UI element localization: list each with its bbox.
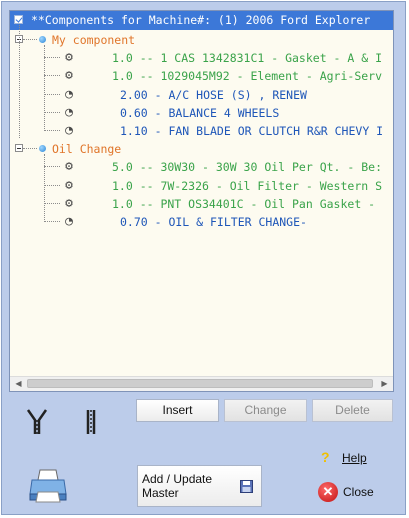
help-link[interactable]: Help bbox=[342, 451, 367, 465]
tree-item-label: 1.0 -- 7W-2326 - Oil Filter - Western S bbox=[112, 178, 383, 193]
close-button[interactable]: Close bbox=[343, 485, 374, 499]
delete-button[interactable]: Delete bbox=[312, 399, 393, 422]
group-bullet-icon bbox=[39, 145, 46, 153]
tree-item-label: 1.10 - FAN BLADE OR CLUTCH R&R CHEVY I bbox=[120, 124, 384, 138]
gear-icon: ⚙ bbox=[65, 159, 73, 175]
tree-group-label: Oil Change bbox=[52, 142, 122, 157]
gear-icon: ⚙ bbox=[65, 50, 73, 66]
tree-connector bbox=[44, 221, 60, 222]
wrench-icon: ◔ bbox=[65, 104, 73, 120]
gear-icon: ⚙ bbox=[65, 195, 73, 211]
scroll-left-arrow-icon[interactable]: ◀ bbox=[11, 377, 26, 391]
tree-connector bbox=[44, 166, 60, 168]
tree-connector bbox=[44, 202, 60, 204]
tree-item-label: 1.0 -- 1 CAS 1342831C1 - Gasket - A & I bbox=[112, 51, 383, 66]
tree-item-row[interactable]: ⚙ 1.0 -- PNT OS34401C - Oil Pan Gasket - bbox=[10, 195, 393, 213]
tree-root-label: **Components for Machine#: (1) 2006 Ford… bbox=[31, 13, 371, 27]
group-bullet-icon bbox=[39, 36, 46, 43]
tree-item-row[interactable]: ◔ 0.70 - OIL & FILTER CHANGE- bbox=[10, 213, 393, 231]
tree-item-label: 0.70 - OIL & FILTER CHANGE- bbox=[120, 215, 307, 229]
tree-connector bbox=[19, 25, 20, 139]
printer-icon[interactable] bbox=[28, 468, 68, 504]
add-update-master-label: Add / Update Master bbox=[142, 472, 213, 500]
tree-item-row[interactable]: ⚙ 5.0 -- 30W30 - 30W 30 Oil Per Qt. - Be: bbox=[10, 158, 393, 176]
wrench-icon: ◔ bbox=[65, 86, 73, 102]
wrench-icon: ◔ bbox=[65, 123, 73, 138]
tree-connector bbox=[44, 154, 45, 222]
root-checkbox-icon[interactable] bbox=[14, 15, 23, 24]
scrollbar-thumb[interactable] bbox=[27, 379, 373, 388]
tree-item-row[interactable]: ⚙ 1.0 -- 7W-2326 - Oil Filter - Western S bbox=[10, 177, 393, 195]
tree-item-label: 0.60 - BALANCE 4 WHEELS bbox=[120, 105, 280, 120]
tree-connector bbox=[44, 111, 60, 113]
add-update-master-button[interactable]: Add / Update Master bbox=[137, 465, 262, 507]
tree-item-label: 1.0 -- 1029045M92 - Element - Agri-Serv bbox=[112, 69, 383, 84]
tree-connector bbox=[44, 57, 60, 59]
tree-item-label: 2.00 - A/C HOSE (S) , RENEW bbox=[120, 87, 307, 102]
scroll-right-arrow-icon[interactable]: ▶ bbox=[377, 377, 392, 391]
zipper-open-icon[interactable] bbox=[26, 408, 48, 436]
tree-group-row[interactable]: My component bbox=[10, 31, 393, 49]
insert-button[interactable]: Insert bbox=[136, 399, 219, 422]
tree-connector bbox=[23, 39, 37, 40]
tree-item-row[interactable]: ⚙ 1.0 -- 1029045M92 - Element - Agri-Serv bbox=[10, 67, 393, 85]
horizontal-scrollbar[interactable]: ◀ ▶ bbox=[10, 376, 393, 391]
close-x-icon[interactable]: ✕ bbox=[318, 482, 338, 502]
tree-item-row[interactable]: ◔ 1.10 - FAN BLADE OR CLUTCH R&R CHEVY I bbox=[10, 122, 393, 140]
tree-connector bbox=[44, 45, 45, 131]
tree-group-row[interactable]: Oil Change bbox=[10, 140, 393, 158]
components-window: **Components for Machine#: (1) 2006 Ford… bbox=[1, 1, 406, 515]
question-mark-icon[interactable]: ? bbox=[321, 449, 330, 465]
tree-group-label: My component bbox=[52, 33, 136, 47]
change-button[interactable]: Change bbox=[224, 399, 307, 422]
components-tree[interactable]: **Components for Machine#: (1) 2006 Ford… bbox=[9, 10, 394, 392]
tree-connector bbox=[44, 75, 60, 77]
wrench-icon: ◔ bbox=[65, 214, 73, 229]
gear-icon: ⚙ bbox=[65, 177, 73, 193]
tree-item-row[interactable]: ◔ 0.60 - BALANCE 4 WHEELS bbox=[10, 104, 393, 122]
tree-item-label: 5.0 -- 30W30 - 30W 30 Oil Per Qt. - Be: bbox=[112, 160, 383, 175]
floppy-disk-icon bbox=[240, 480, 253, 493]
tree-item-row[interactable]: ⚙ 1.0 -- 1 CAS 1342831C1 - Gasket - A & I bbox=[10, 49, 393, 67]
tree-connector bbox=[23, 148, 37, 150]
tree-item-row[interactable]: ◔ 2.00 - A/C HOSE (S) , RENEW bbox=[10, 86, 393, 104]
tree-connector bbox=[44, 93, 60, 95]
tree-connector bbox=[44, 130, 60, 131]
collapse-toggle-icon[interactable] bbox=[15, 144, 23, 153]
zipper-closed-icon[interactable] bbox=[80, 408, 102, 436]
tree-connector bbox=[44, 184, 60, 186]
gear-icon: ⚙ bbox=[65, 68, 73, 84]
tree-root-row[interactable]: **Components for Machine#: (1) 2006 Ford… bbox=[10, 11, 393, 30]
tree-item-label: 1.0 -- PNT OS34401C - Oil Pan Gasket - bbox=[112, 196, 376, 211]
